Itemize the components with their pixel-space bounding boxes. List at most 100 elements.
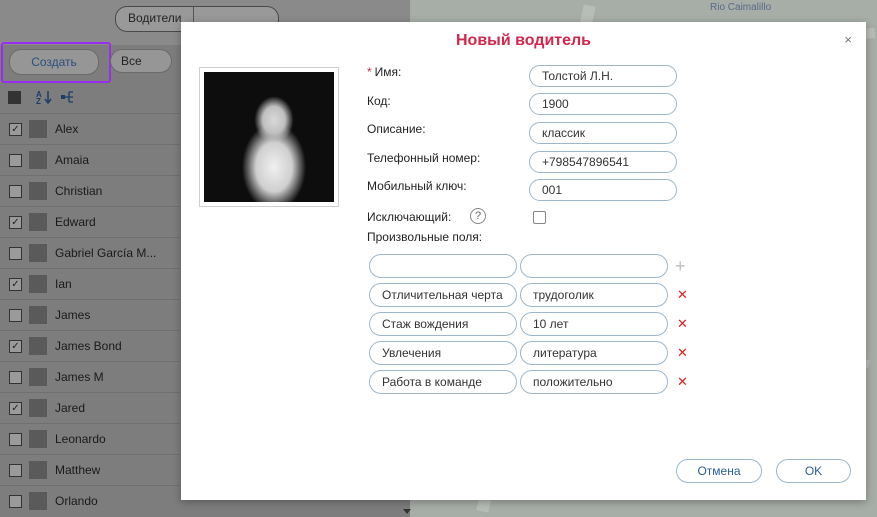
driver-checkbox[interactable] — [9, 370, 22, 384]
custom-key-field[interactable]: Отличительная черта — [369, 283, 517, 307]
avatar — [29, 182, 47, 200]
list-item[interactable]: Leonardo — [0, 423, 180, 454]
custom-value-field[interactable]: трудоголик — [520, 283, 668, 307]
scroll-down-icon[interactable] — [403, 509, 411, 514]
avatar — [29, 151, 47, 169]
sort-alpha-icon[interactable]: AZ — [36, 89, 52, 105]
driver-checkbox[interactable] — [9, 184, 22, 198]
driver-name: James M — [55, 370, 104, 384]
ok-button[interactable]: OK — [776, 459, 851, 483]
list-item[interactable]: James — [0, 299, 180, 330]
delete-icon[interactable]: ✕ — [677, 316, 688, 332]
driver-checkbox[interactable]: ✓ — [9, 277, 22, 291]
avatar — [29, 337, 47, 355]
list-item[interactable]: Matthew — [0, 454, 180, 485]
phone-field[interactable]: +798547896541 — [529, 151, 677, 173]
name-label-text: Имя: — [374, 65, 402, 79]
list-item[interactable]: ✓ Ian — [0, 268, 180, 299]
list-toolbar: AZ — [8, 86, 76, 108]
mobile-key-label: Мобильный ключ: — [367, 179, 467, 193]
driver-checkbox[interactable] — [9, 463, 22, 477]
driver-name: Jared — [55, 401, 86, 415]
delete-icon[interactable]: ✕ — [677, 374, 688, 390]
driver-name: Matthew — [55, 463, 101, 477]
avatar — [29, 430, 47, 448]
list-item[interactable]: James M — [0, 361, 180, 392]
driver-checkbox[interactable] — [9, 494, 22, 508]
list-item[interactable]: ✓ Edward — [0, 206, 180, 237]
driver-name: Edward — [55, 215, 96, 229]
list-item[interactable]: ✓ James Bond — [0, 330, 180, 361]
code-field[interactable]: 1900 — [529, 93, 677, 115]
custom-fields-label: Произвольные поля: — [367, 230, 483, 244]
driver-name: Leonardo — [55, 432, 106, 446]
list-item[interactable]: Amaia — [0, 144, 180, 175]
filter-all-button[interactable]: Все — [110, 49, 172, 73]
avatar — [29, 461, 47, 479]
list-item[interactable]: ✓ Alex — [0, 113, 180, 144]
help-icon[interactable]: ? — [470, 208, 486, 224]
code-label: Код: — [367, 94, 391, 108]
driver-checkbox[interactable] — [9, 308, 22, 322]
list-item[interactable]: Gabriel García M... — [0, 237, 180, 268]
driver-checkbox[interactable] — [9, 246, 22, 260]
map-label: Rio Caimalillo — [710, 2, 772, 13]
new-custom-value-input[interactable] — [520, 254, 668, 278]
avatar — [29, 306, 47, 324]
group-icon[interactable] — [60, 89, 76, 105]
driver-checkbox[interactable]: ✓ — [9, 401, 22, 415]
select-all-checkbox[interactable] — [8, 90, 21, 104]
driver-checkbox[interactable]: ✓ — [9, 339, 22, 353]
driver-name: James — [55, 308, 91, 322]
driver-name: Alex — [55, 122, 79, 136]
driver-checkbox[interactable]: ✓ — [9, 122, 22, 136]
name-label: * Имя: — [367, 65, 401, 79]
list-item[interactable]: ✓ Jared — [0, 392, 180, 423]
list-item[interactable]: Christian — [0, 175, 180, 206]
delete-icon[interactable]: ✕ — [677, 345, 688, 361]
delete-icon[interactable]: ✕ — [677, 287, 688, 303]
exclusive-label: Исключающий: — [367, 210, 452, 224]
description-label: Описание: — [367, 122, 426, 136]
new-custom-key-input[interactable] — [369, 254, 517, 278]
avatar — [29, 244, 47, 262]
avatar — [29, 368, 47, 386]
new-driver-dialog: Новый водитель × * Имя: Толстой Л.Н. Код:… — [181, 22, 866, 500]
custom-value-field[interactable]: 10 лет — [520, 312, 668, 336]
close-icon[interactable]: × — [844, 32, 852, 47]
driver-name: Christian — [55, 184, 103, 198]
description-field[interactable]: классик — [529, 122, 677, 144]
driver-name: Orlando — [55, 494, 98, 508]
exclusive-checkbox[interactable] — [533, 211, 546, 224]
avatar — [29, 275, 47, 293]
create-highlight-frame — [1, 42, 111, 83]
avatar — [29, 120, 47, 138]
driver-name: James Bond — [55, 339, 122, 353]
driver-name: Amaia — [55, 153, 90, 167]
cancel-button[interactable]: Отмена — [676, 459, 762, 483]
custom-value-field[interactable]: положительно — [520, 370, 668, 394]
phone-label: Телефонный номер: — [367, 151, 481, 165]
plus-icon[interactable]: + — [675, 257, 686, 275]
driver-name: Gabriel García M... — [55, 246, 157, 260]
dialog-title: Новый водитель — [455, 32, 592, 49]
drivers-list: ✓ Alex Amaia Christian ✓ Edward Gabriel García… — [0, 113, 180, 516]
driver-name: Ian — [55, 277, 72, 291]
driver-checkbox[interactable] — [9, 432, 22, 446]
driver-checkbox[interactable] — [9, 153, 22, 167]
name-field[interactable]: Толстой Л.Н. — [529, 65, 677, 87]
driver-checkbox[interactable]: ✓ — [9, 215, 22, 229]
custom-value-field[interactable]: литература — [520, 341, 668, 365]
required-mark: * — [367, 65, 372, 79]
custom-key-field[interactable]: Увлечения — [369, 341, 517, 365]
mobile-key-field[interactable]: 001 — [529, 179, 677, 201]
driver-photo[interactable] — [199, 67, 339, 207]
avatar — [29, 399, 47, 417]
avatar — [29, 213, 47, 231]
list-item[interactable]: Orlando — [0, 485, 180, 516]
svg-text:Z: Z — [36, 97, 41, 105]
avatar — [29, 492, 47, 510]
custom-key-field[interactable]: Работа в команде — [369, 370, 517, 394]
photo-image — [204, 72, 334, 202]
custom-key-field[interactable]: Стаж вождения — [369, 312, 517, 336]
